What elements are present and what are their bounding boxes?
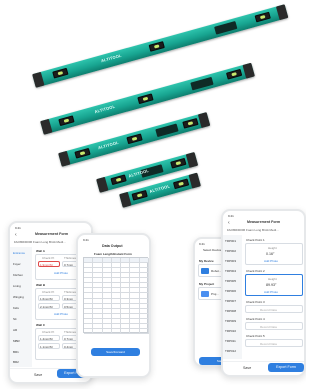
- data-table: [83, 257, 149, 334]
- field-label: Check Point 2: [246, 269, 265, 273]
- section-title: Wall A: [36, 249, 45, 253]
- value-card[interactable]: Height 0.16° Add Photo: [245, 243, 303, 265]
- sidebar-item[interactable]: Sit: [13, 317, 17, 321]
- table-cell: [93, 328, 103, 334]
- save-button[interactable]: Save: [243, 366, 251, 370]
- brand-label: ALTiTOOL: [148, 183, 171, 194]
- status-time: 9:41: [199, 242, 205, 246]
- table-cell: [84, 328, 94, 334]
- record-input[interactable]: Record Data: [245, 339, 303, 347]
- sidebar-item[interactable]: Kitchen: [13, 273, 23, 277]
- sidebar-item[interactable]: TRP001: [225, 239, 236, 243]
- brand-label: ALTiTOOL: [97, 139, 120, 151]
- sidebar-item[interactable]: Living: [13, 284, 21, 288]
- record-input[interactable]: Record Data: [245, 305, 303, 313]
- sidebar-item[interactable]: TRP002: [225, 249, 236, 253]
- project-selector[interactable]: FAO80D0006 Foam Long Brick Medi...: [14, 240, 66, 244]
- table-title: Foam Length/Instant Form: [94, 252, 132, 256]
- phone-data-output: 9:41 Data Output Foam Length/Instant For…: [76, 233, 151, 378]
- sidebar-item[interactable]: Kids: [13, 306, 19, 310]
- value-field[interactable]: 1.6mm/M: [38, 295, 60, 301]
- sidebar-item[interactable]: BR2: [13, 360, 19, 364]
- sidebar-item[interactable]: TRP011: [225, 339, 236, 343]
- field-label: Check Point 1: [246, 238, 265, 242]
- status-time: 9:41: [15, 226, 21, 230]
- table-cell: [121, 328, 131, 334]
- back-icon[interactable]: ‹: [15, 232, 17, 238]
- back-icon[interactable]: ‹: [228, 220, 230, 226]
- field-label: Check Point 4: [246, 317, 265, 321]
- save-forward-button[interactable]: Save/Forward: [91, 348, 140, 356]
- value-field[interactable]: 1.1mm/M: [38, 343, 60, 349]
- page-title: Measurement Form: [247, 220, 281, 224]
- field-label: Check Point 5: [246, 334, 265, 338]
- sidebar-item[interactable]: MBR: [13, 339, 20, 343]
- table-cell: [102, 328, 112, 334]
- add-photo-button[interactable]: Add Photo: [264, 290, 278, 294]
- sidebar-item[interactable]: Winging: [13, 295, 24, 299]
- add-photo-button[interactable]: Add Photo: [54, 271, 68, 275]
- page-title: Data Output: [102, 244, 123, 248]
- sidebar-item[interactable]: TRP008: [225, 309, 236, 313]
- add-photo-button[interactable]: Add Photo: [264, 259, 278, 263]
- sidebar-item[interactable]: TRP003: [225, 259, 236, 263]
- brand-label: ALTiTOOL: [93, 103, 116, 115]
- sidebar-item[interactable]: TRP006: [225, 289, 236, 293]
- field-label: Check Point 3: [246, 300, 265, 304]
- sidebar-item[interactable]: TRP009: [225, 319, 236, 323]
- product-image: ALTiTOOL ALTiTOOL ALTiTOOL ALTiTOOL ALTi…: [0, 0, 306, 389]
- value-field[interactable]: 2.1mm/M: [38, 303, 60, 309]
- value-card[interactable]: Height 89.93° Add Photo: [245, 274, 303, 296]
- page-title: Measurement Form: [35, 232, 69, 236]
- brand-label: ALTiTOOL: [100, 52, 123, 64]
- point-sidebar: TRP001 TRP002 TRP003 TRP004 TRP005 TRP00…: [223, 235, 242, 359]
- table-cell: [130, 328, 140, 334]
- sidebar-item[interactable]: Entrance: [13, 251, 25, 255]
- sidebar-item[interactable]: TRP005: [225, 279, 236, 283]
- device-icon: [201, 268, 209, 274]
- value-field[interactable]: 1.4mm/M: [38, 335, 60, 341]
- folder-icon: [201, 291, 209, 297]
- status-time: 9:41: [228, 214, 234, 218]
- sidebar-item[interactable]: TRP007: [225, 299, 236, 303]
- status-time: 9:41: [83, 238, 89, 242]
- save-button[interactable]: Save: [34, 373, 42, 377]
- section-label: My Project: [199, 282, 215, 286]
- sidebar-item[interactable]: TRP010: [225, 329, 236, 333]
- brand-label: ALTiTOOL: [127, 167, 150, 179]
- section-title: Wall B: [36, 283, 46, 287]
- project-selector[interactable]: FAO80D0006 Foam Long Brick Medi...: [227, 228, 279, 232]
- room-sidebar: Entrance Foyer Kitchen Living Winging Ki…: [10, 247, 32, 367]
- sidebar-item[interactable]: TRP012: [225, 349, 236, 353]
- sidebar-item[interactable]: BR1: [13, 350, 19, 354]
- add-photo-button[interactable]: Add Photo: [54, 312, 68, 316]
- table-cell: [139, 328, 149, 334]
- sidebar-item[interactable]: Foyer: [13, 262, 21, 266]
- sidebar-item[interactable]: TRP004: [225, 269, 236, 273]
- value-field[interactable]: 1.9mm/M: [38, 261, 60, 267]
- section-label: My Device: [199, 259, 214, 263]
- section-title: Wall C: [36, 323, 46, 327]
- record-input[interactable]: Record Data: [245, 322, 303, 330]
- table-cell: [111, 328, 122, 334]
- sidebar-item[interactable]: AR: [13, 328, 17, 332]
- phone-measurement-form-2: 9:41 ‹ Measurement Form FAO80D0006 Foam …: [221, 209, 306, 377]
- page-title: Select Device: [203, 248, 222, 252]
- export-form-button[interactable]: Export Form: [268, 363, 304, 372]
